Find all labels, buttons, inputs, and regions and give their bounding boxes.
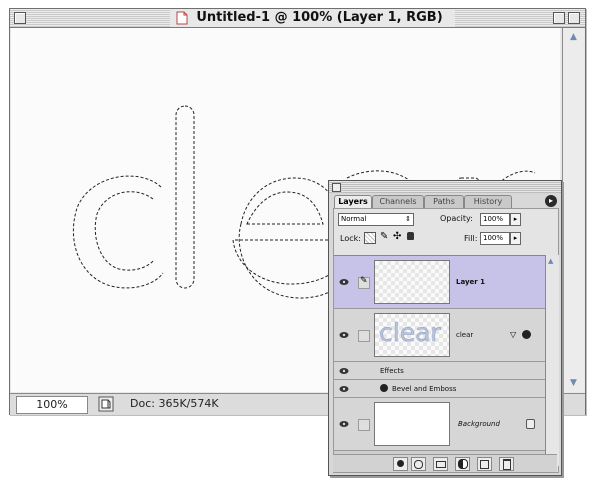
zoom-field[interactable]: 100% <box>16 396 88 414</box>
effect-name: Bevel and Emboss <box>392 385 457 393</box>
effects-expand-triangle-icon[interactable]: ▽ <box>510 330 516 339</box>
layer-style-button[interactable] <box>393 457 408 471</box>
visibility-eye-icon[interactable] <box>339 420 349 428</box>
layers-panel-body: Normal ⇕ Opacity: 100% ▸ Lock: ✎ ✣ Fill:… <box>333 208 559 473</box>
layer-mask-icon <box>414 460 423 469</box>
layers-palette: Layers Channels Paths History ▸ Normal ⇕… <box>328 180 562 476</box>
opacity-input[interactable]: 100% <box>480 213 510 226</box>
zoom-box-icon[interactable] <box>553 12 565 24</box>
new-set-button[interactable] <box>433 457 448 471</box>
effect-icon <box>380 384 388 392</box>
new-layer-button[interactable] <box>477 457 492 471</box>
vertical-scrollbar[interactable]: ▲ ▼ <box>562 28 584 392</box>
scroll-up-icon[interactable]: ▲ <box>548 257 553 265</box>
layers-list: ✎ Layer 1 clear clear ▽ Effects Bevel an… <box>334 255 545 467</box>
palette-close-icon[interactable] <box>332 183 341 192</box>
link-box-icon[interactable] <box>358 330 370 342</box>
lock-position-move-icon[interactable]: ✣ <box>393 231 401 242</box>
lock-transparency-icon[interactable] <box>364 232 376 244</box>
collapse-box-icon[interactable] <box>568 12 580 24</box>
effects-row[interactable]: Effects <box>334 362 545 380</box>
effects-label: Effects <box>380 367 404 375</box>
brush-active-icon[interactable]: ✎ <box>358 276 370 289</box>
layer-row-background[interactable]: Background <box>334 398 545 451</box>
lock-image-brush-icon[interactable]: ✎ <box>380 231 388 242</box>
document-icon <box>176 11 188 25</box>
layer-name: Layer 1 <box>456 278 486 286</box>
adjustment-layer-button[interactable] <box>455 457 470 471</box>
thumb-text: clear <box>379 318 441 347</box>
layer-style-icon <box>397 460 404 467</box>
new-layer-icon <box>480 460 489 469</box>
tab-history[interactable]: History <box>464 195 512 208</box>
background-thumbnail <box>374 402 450 446</box>
layer-row-clear[interactable]: clear clear ▽ <box>334 309 545 362</box>
palette-drag-bar[interactable] <box>329 181 561 193</box>
palette-button-bar <box>333 454 557 472</box>
preview-icon[interactable] <box>98 396 114 412</box>
layers-scrollbar[interactable]: ▲ ▼ <box>545 255 559 466</box>
blend-mode-select[interactable]: Normal ⇕ <box>338 213 414 226</box>
visibility-eye-icon[interactable] <box>339 385 349 393</box>
document-info: Doc: 365K/574K <box>130 397 219 410</box>
window-title: Untitled-1 @ 100% (Layer 1, RGB) <box>170 9 455 27</box>
fill-label: Fill: <box>464 234 478 243</box>
bevel-emboss-row[interactable]: Bevel and Emboss <box>334 380 545 398</box>
visibility-eye-icon[interactable] <box>339 278 349 286</box>
trash-icon <box>502 459 511 470</box>
scroll-up-icon[interactable]: ▲ <box>564 30 583 44</box>
layer-name: Background <box>458 420 500 428</box>
palette-menu-icon[interactable]: ▸ <box>545 195 557 207</box>
layer-name: clear <box>456 331 474 339</box>
fill-slider-arrow-icon[interactable]: ▸ <box>510 232 521 245</box>
scroll-down-icon[interactable]: ▼ <box>564 376 583 390</box>
title-bar[interactable]: Untitled-1 @ 100% (Layer 1, RGB) <box>10 9 585 28</box>
visibility-eye-icon[interactable] <box>339 331 349 339</box>
lock-icon <box>526 419 535 429</box>
new-set-icon <box>435 461 446 468</box>
layer-1-thumbnail <box>374 260 450 304</box>
delete-layer-button[interactable] <box>499 457 514 471</box>
tab-channels[interactable]: Channels <box>372 195 424 208</box>
clear-thumbnail: clear <box>374 313 450 357</box>
opacity-slider-arrow-icon[interactable]: ▸ <box>510 213 521 226</box>
select-arrows-icon: ⇕ <box>405 215 411 223</box>
lock-all-icon[interactable] <box>407 232 414 240</box>
fill-input[interactable]: 100% <box>480 232 510 245</box>
layer-style-icon[interactable] <box>522 330 531 339</box>
close-box-icon[interactable] <box>14 12 26 24</box>
visibility-eye-icon[interactable] <box>339 367 349 375</box>
adjustment-layer-icon <box>457 459 468 469</box>
layer-row-layer-1[interactable]: ✎ Layer 1 <box>334 256 545 309</box>
link-box-icon[interactable] <box>358 419 370 431</box>
tab-layers[interactable]: Layers <box>334 195 372 208</box>
tab-paths[interactable]: Paths <box>424 195 464 208</box>
lock-label: Lock: <box>340 234 361 243</box>
add-mask-button[interactable] <box>411 457 426 471</box>
opacity-label: Opacity: <box>440 214 473 223</box>
